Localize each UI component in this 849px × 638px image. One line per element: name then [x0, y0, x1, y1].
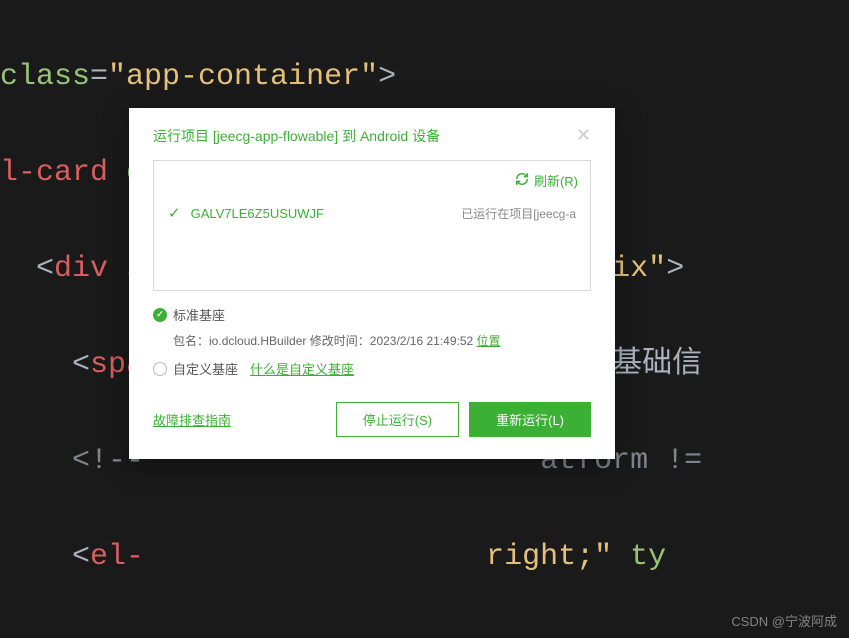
custom-base-label: 自定义基座	[173, 359, 238, 378]
standard-base-label: 标准基座	[173, 305, 225, 324]
refresh-label: 刷新(R)	[534, 171, 578, 190]
refresh-icon	[515, 172, 529, 189]
radio-checked-icon	[153, 308, 167, 322]
run-project-dialog: 运行项目 [jeecg-app-flowable] 到 Android 设备 ✕…	[129, 108, 615, 459]
radio-unchecked-icon	[153, 362, 167, 376]
refresh-button[interactable]: 刷新(R)	[154, 161, 590, 196]
device-list-panel: 刷新(R) ✓ GALV7LE6Z5USUWJF 已运行在项目[jeecg-a	[153, 160, 591, 291]
what-is-custom-link[interactable]: 什么是自定义基座	[250, 359, 354, 378]
package-info: 包名：io.dcloud.HBuilder 修改时间：2023/2/16 21:…	[153, 332, 591, 349]
check-icon: ✓	[168, 204, 181, 222]
stop-button[interactable]: 停止运行(S)	[336, 402, 459, 437]
location-link[interactable]: 位置	[477, 334, 501, 348]
close-icon[interactable]: ✕	[576, 126, 591, 144]
custom-base-radio[interactable]: 自定义基座 什么是自定义基座	[153, 359, 591, 378]
watermark: CSDN @宁波阿成	[731, 611, 837, 630]
device-row[interactable]: ✓ GALV7LE6Z5USUWJF 已运行在项目[jeecg-a	[154, 196, 590, 236]
device-status: 已运行在项目[jeecg-a	[461, 205, 576, 222]
troubleshoot-link[interactable]: 故障排查指南	[153, 410, 231, 429]
rerun-button[interactable]: 重新运行(L)	[469, 402, 591, 437]
dialog-title: 运行项目 [jeecg-app-flowable] 到 Android 设备	[153, 126, 440, 146]
standard-base-radio[interactable]: 标准基座	[153, 305, 591, 324]
device-id: GALV7LE6Z5USUWJF	[191, 206, 324, 221]
